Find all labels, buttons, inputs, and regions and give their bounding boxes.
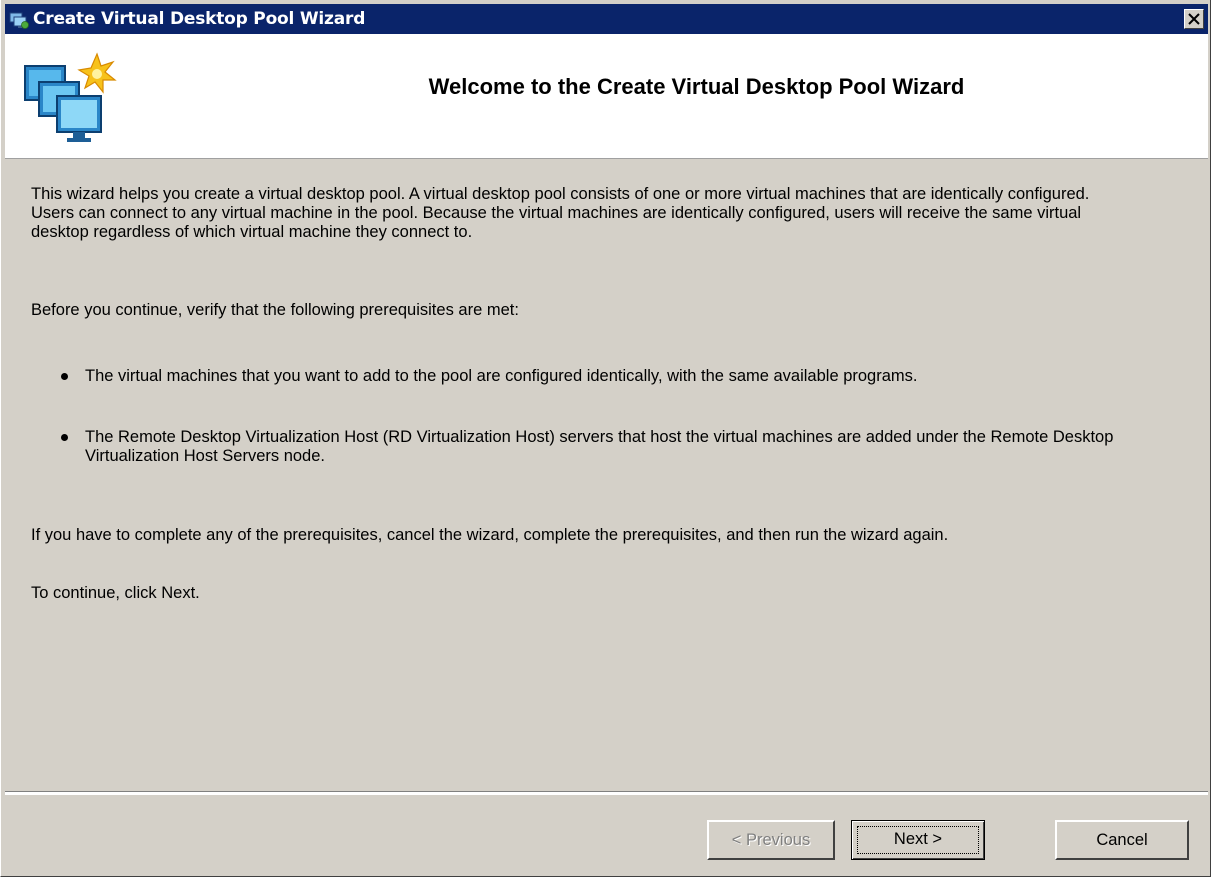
bullet-icon: [61, 373, 68, 380]
title-bar[interactable]: Create Virtual Desktop Pool Wizard: [5, 4, 1208, 34]
prerequisites-intro: Before you continue, verify that the fol…: [31, 301, 519, 319]
wizard-window: Create Virtual Desktop Pool Wizard Welco…: [0, 0, 1211, 877]
window-title: Create Virtual Desktop Pool Wizard: [33, 9, 366, 29]
focus-rectangle: [857, 826, 979, 854]
close-button[interactable]: [1184, 9, 1204, 29]
prerequisite-item: The virtual machines that you want to ad…: [61, 367, 1165, 386]
continue-instructions: To continue, click Next.: [31, 584, 200, 602]
cancel-instructions: If you have to complete any of the prere…: [31, 526, 949, 544]
close-icon: [1188, 13, 1200, 25]
intro-text: This wizard helps you create a virtual d…: [31, 185, 1090, 241]
footer-separator: [5, 791, 1208, 795]
previous-button[interactable]: < Previous: [707, 820, 835, 860]
next-button[interactable]: Next >: [851, 820, 985, 860]
prerequisite-item: The Remote Desktop Virtualization Host (…: [61, 428, 1165, 466]
wizard-heading: Welcome to the Create Virtual Desktop Po…: [428, 74, 965, 99]
virtual-desktops-icon: [19, 48, 119, 148]
bullet-icon: [61, 434, 68, 441]
app-icon: [9, 10, 29, 29]
cancel-button[interactable]: Cancel: [1055, 820, 1189, 860]
prerequisite-text: The Remote Desktop Virtualization Host (…: [85, 428, 1114, 465]
prerequisite-text: The virtual machines that you want to ad…: [85, 367, 918, 385]
wizard-header: Welcome to the Create Virtual Desktop Po…: [5, 34, 1208, 159]
